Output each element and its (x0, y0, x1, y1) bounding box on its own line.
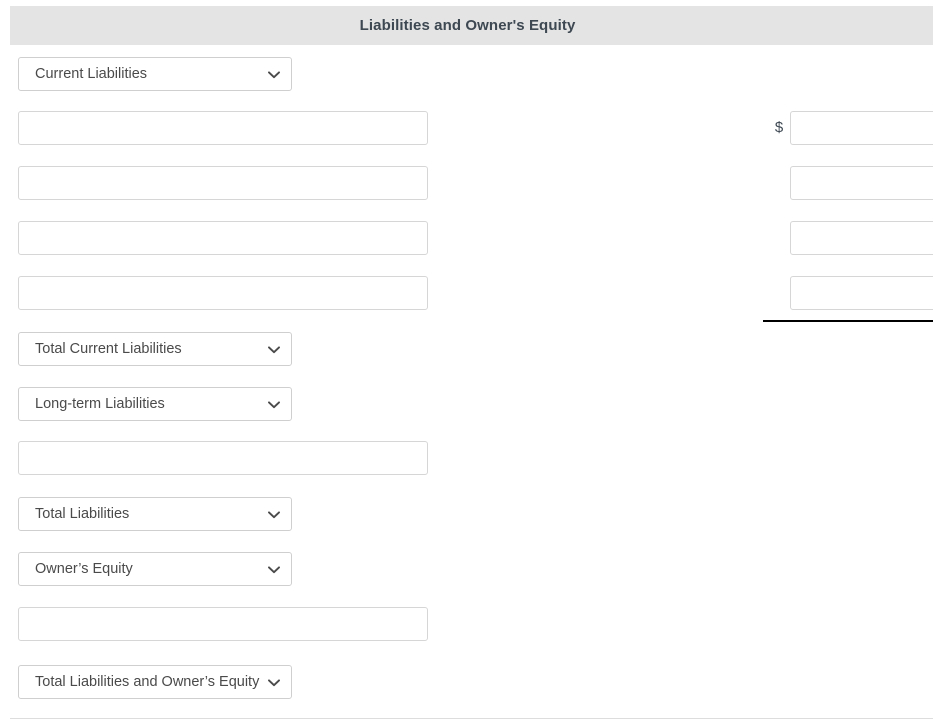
amount-input-current-liability-line-1[interactable] (790, 111, 933, 145)
statement-row: Total Liabilities and Owner’s Equity (0, 665, 933, 705)
statement-row: $ (0, 111, 933, 151)
description-input-long-term-liability-line-1[interactable] (18, 441, 428, 475)
statement-row (0, 441, 933, 481)
statement-row (0, 276, 933, 316)
statement-row (0, 166, 933, 206)
chevron-down-icon (267, 333, 281, 365)
account-select-label: Total Liabilities and Owner’s Equity (35, 674, 260, 690)
page-title: Liabilities and Owner's Equity (359, 17, 576, 34)
description-input-current-liability-line-2[interactable] (18, 166, 428, 200)
description-input-current-liability-line-4[interactable] (18, 276, 428, 310)
description-input-owners-equity-line-1[interactable] (18, 607, 428, 641)
chevron-down-icon (267, 498, 281, 530)
amount-input-current-liability-line-2[interactable] (790, 166, 933, 200)
account-select-label: Total Current Liabilities (35, 341, 182, 357)
account-select-label: Long-term Liabilities (35, 396, 165, 412)
account-select-label: Owner’s Equity (35, 561, 133, 577)
account-select-section-long-term-liabilities[interactable]: Long-term Liabilities (18, 387, 292, 421)
account-select-section-owners-equity[interactable]: Owner’s Equity (18, 552, 292, 586)
chevron-down-icon (267, 58, 281, 90)
description-input-current-liability-line-3[interactable] (18, 221, 428, 255)
chevron-down-icon (267, 388, 281, 420)
description-input-current-liability-line-1[interactable] (18, 111, 428, 145)
account-select-total-liabilities-and-owners-equity[interactable]: Total Liabilities and Owner’s Equity (18, 665, 292, 699)
account-select-label: Total Liabilities (35, 506, 130, 522)
account-select-total-liabilities[interactable]: Total Liabilities (18, 497, 292, 531)
chevron-down-icon (267, 553, 281, 585)
statement-row (0, 221, 933, 261)
account-select-section-current-liabilities[interactable]: Current Liabilities (18, 57, 292, 91)
current-liabilities-subtotal-rule (763, 320, 933, 322)
currency-symbol: $ (774, 119, 784, 136)
statement-row (0, 607, 933, 647)
amount-input-current-liability-line-4[interactable] (790, 276, 933, 310)
statement-row: Current Liabilities (0, 57, 933, 97)
account-select-label: Current Liabilities (35, 66, 148, 82)
balance-sheet-liabilities-panel: Liabilities and Owner's Equity Current L… (0, 0, 933, 726)
statement-row: Total Liabilities (0, 497, 933, 537)
chevron-down-icon (267, 666, 281, 698)
statement-footer-rule (10, 718, 933, 719)
statement-row: Owner’s Equity (0, 552, 933, 592)
account-select-total-current-liabilities[interactable]: Total Current Liabilities (18, 332, 292, 366)
amount-input-current-liability-line-3[interactable] (790, 221, 933, 255)
statement-row: Total Current Liabilities (0, 332, 933, 372)
section-header-band: Liabilities and Owner's Equity (10, 6, 933, 45)
statement-row: Long-term Liabilities (0, 387, 933, 427)
